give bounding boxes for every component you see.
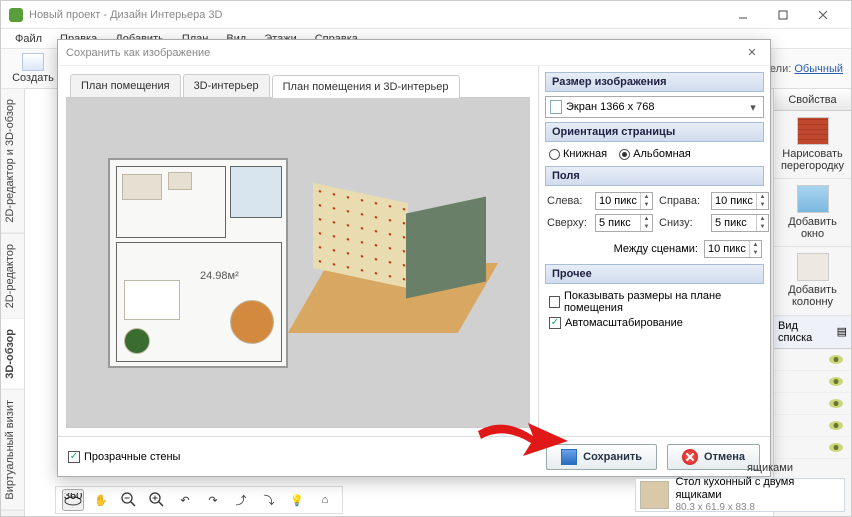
view-toolbar: 360 ✋ ↶ ↷ ⤴ ⤵ 💡 ⌂ — [55, 486, 343, 514]
right-panel: Свойства Нарисовать перегородку Добавить… — [773, 89, 851, 516]
menu-file[interactable]: Файл — [7, 31, 50, 47]
rotate-right-button[interactable]: ↷ — [202, 489, 224, 511]
eye-icon — [829, 421, 843, 430]
vtab-virtual[interactable]: Виртуальный визит — [1, 390, 24, 511]
rotate-left-button[interactable]: ↶ — [174, 489, 196, 511]
brick-icon — [797, 117, 829, 145]
orientation-header: Ориентация страницы — [545, 122, 764, 142]
margin-right-label: Справа: — [659, 195, 705, 207]
furniture-thumbnail — [640, 481, 669, 509]
layer-row[interactable] — [774, 393, 851, 415]
zoom-out-button[interactable] — [118, 489, 140, 511]
tilt-up-button[interactable]: ⤴ — [230, 489, 252, 511]
vtab-2d[interactable]: 2D-редактор — [1, 234, 24, 319]
dialog-title-bar: Сохранить как изображение ✕ — [58, 40, 770, 66]
floorplan-preview: 24.98м² — [108, 158, 288, 368]
export-settings: Размер изображения Экран 1366 x 768 ▾ Ор… — [538, 66, 770, 436]
margin-left-label: Слева: — [547, 195, 589, 207]
dialog-close-button[interactable]: ✕ — [742, 43, 762, 63]
room-area-label: 24.98м² — [200, 270, 239, 282]
checkbox-icon — [549, 317, 561, 329]
furniture-label-partial: ящиками — [747, 462, 793, 474]
tab-3d[interactable]: 3D-интерьер — [183, 74, 270, 97]
svg-text:360: 360 — [64, 493, 82, 502]
list-icon: ▤ — [837, 325, 847, 338]
layer-row[interactable] — [774, 437, 851, 459]
margin-between-input[interactable]: 10 пикс▲▼ — [704, 240, 762, 258]
radio-landscape[interactable]: Альбомная — [619, 148, 691, 160]
new-file-icon — [22, 53, 44, 71]
furniture-size: 80.3 x 61.9 x 83.8 — [675, 502, 840, 514]
save-button[interactable]: Сохранить — [546, 444, 657, 470]
furniture-name: Стол кухонный с двумя ящиками — [675, 476, 840, 502]
margin-left-input[interactable]: 10 пикс▲▼ — [595, 192, 653, 210]
pan-button[interactable]: ✋ — [90, 489, 112, 511]
view-360-button[interactable]: 360 — [62, 489, 84, 511]
layer-row[interactable] — [774, 349, 851, 371]
chevron-down-icon: ▾ — [747, 101, 759, 114]
dialog-footer: Прозрачные стены Сохранить Отмена — [58, 436, 770, 476]
tool-add-column[interactable]: Добавить колонну — [774, 247, 851, 315]
tab-plan-3d[interactable]: План помещения и 3D-интерьер — [272, 75, 460, 98]
save-image-dialog: Сохранить как изображение ✕ План помещен… — [57, 39, 771, 477]
margin-right-input[interactable]: 10 пикс▲▼ — [711, 192, 769, 210]
size-combo[interactable]: Экран 1366 x 768 ▾ — [545, 96, 764, 118]
checkbox-icon — [68, 451, 80, 463]
dialog-title: Сохранить как изображение — [66, 47, 742, 59]
save-icon — [561, 449, 577, 465]
maximize-button[interactable] — [763, 1, 803, 29]
checkbox-show-sizes[interactable]: Показывать размеры на плане помещения — [549, 290, 760, 314]
left-vertical-tabs: 2D-редактор и 3D-обзор 2D-редактор 3D-об… — [1, 89, 25, 516]
vtab-2d-3d[interactable]: 2D-редактор и 3D-обзор — [1, 89, 24, 234]
panels-mode-link[interactable]: Обычный — [794, 63, 843, 75]
title-bar: Новый проект - Дизайн Интерьера 3D — [1, 1, 851, 29]
3d-preview — [298, 183, 488, 343]
margin-top-label: Сверху: — [547, 217, 589, 229]
eye-icon — [829, 355, 843, 364]
radio-icon — [549, 149, 560, 160]
zoom-in-button[interactable] — [146, 489, 168, 511]
eye-icon — [829, 399, 843, 408]
vtab-3d[interactable]: 3D-обзор — [1, 319, 24, 390]
tab-plan[interactable]: План помещения — [70, 74, 181, 97]
margins-header: Поля — [545, 166, 764, 186]
window-icon — [797, 185, 829, 213]
tool-create-label: Создать — [12, 72, 54, 84]
checkbox-icon — [549, 296, 560, 308]
app-icon — [9, 8, 23, 22]
tool-draw-wall[interactable]: Нарисовать перегородку — [774, 111, 851, 179]
minimize-button[interactable] — [723, 1, 763, 29]
furniture-item[interactable]: Стол кухонный с двумя ящиками 80.3 x 61.… — [635, 478, 845, 512]
margin-top-input[interactable]: 5 пикс▲▼ — [595, 214, 653, 232]
properties-header[interactable]: Свойства — [774, 89, 851, 111]
other-header: Прочее — [545, 264, 764, 284]
tool-create[interactable]: Создать — [9, 53, 57, 84]
window-title: Новый проект - Дизайн Интерьера 3D — [29, 9, 723, 21]
close-button[interactable] — [803, 1, 843, 29]
margin-between-label: Между сценами: — [614, 243, 698, 255]
tool-add-window[interactable]: Добавить окно — [774, 179, 851, 247]
layer-row[interactable] — [774, 371, 851, 393]
size-header: Размер изображения — [545, 72, 764, 92]
preview-area: 24.98м² — [66, 97, 530, 428]
preview-tabs: План помещения 3D-интерьер План помещени… — [66, 74, 530, 97]
margin-bottom-label: Снизу: — [659, 217, 705, 229]
eye-icon — [829, 443, 843, 452]
cancel-icon — [682, 449, 698, 465]
layer-row[interactable] — [774, 415, 851, 437]
view-list-header[interactable]: Вид списка ▤ — [774, 316, 851, 349]
checkbox-transparent-walls[interactable]: Прозрачные стены — [68, 451, 180, 463]
light-button[interactable]: 💡 — [286, 489, 308, 511]
tilt-down-button[interactable]: ⤵ — [258, 489, 280, 511]
column-icon — [797, 253, 829, 281]
eye-icon — [829, 377, 843, 386]
radio-portrait[interactable]: Книжная — [549, 148, 607, 160]
screen-icon — [550, 100, 562, 114]
checkbox-autoscale[interactable]: Автомасштабирование — [549, 317, 760, 329]
margin-bottom-input[interactable]: 5 пикс▲▼ — [711, 214, 769, 232]
home-button[interactable]: ⌂ — [314, 489, 336, 511]
radio-icon — [619, 149, 630, 160]
